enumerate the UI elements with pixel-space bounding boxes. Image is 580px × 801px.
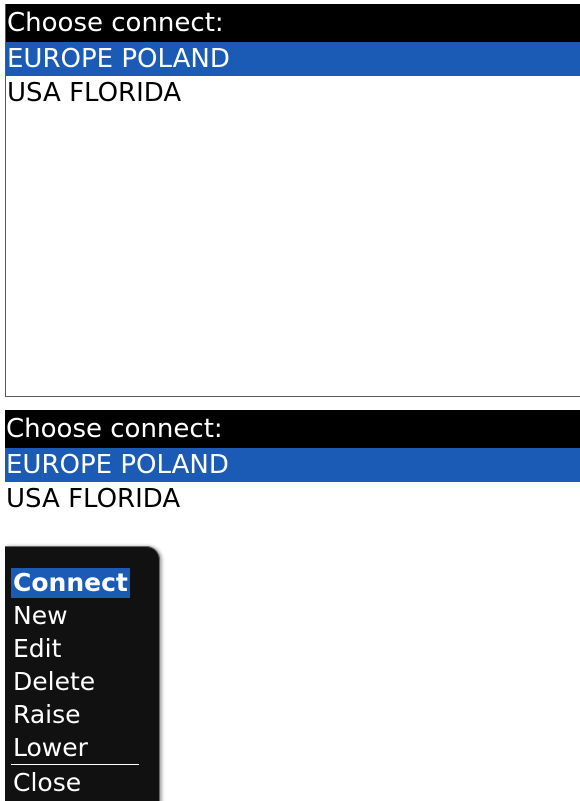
screen-title: Choose connect:: [5, 410, 580, 448]
menu-item-raise[interactable]: Raise: [11, 700, 83, 730]
menu-item-new[interactable]: New: [11, 601, 70, 631]
list-item-europe-poland[interactable]: EUROPE POLAND: [6, 42, 580, 76]
connection-list: EUROPE POLAND USA FLORIDA: [6, 42, 580, 110]
connection-screen-1: Choose connect: EUROPE POLAND USA FLORID…: [5, 4, 580, 397]
connection-screen-2: Choose connect: EUROPE POLAND USA FLORID…: [5, 410, 580, 801]
menu-item-close[interactable]: Close: [11, 768, 83, 798]
context-menu: Connect New Edit Delete Raise Lower Clos…: [5, 546, 160, 801]
menu-separator: [11, 764, 139, 765]
list-item-europe-poland[interactable]: EUROPE POLAND: [5, 448, 580, 482]
connection-list: EUROPE POLAND USA FLORIDA: [5, 448, 580, 516]
menu-item-connect[interactable]: Connect: [11, 568, 130, 598]
menu-item-lower[interactable]: Lower: [11, 733, 90, 763]
screen-title: Choose connect:: [6, 4, 580, 42]
menu-item-delete[interactable]: Delete: [11, 667, 97, 697]
list-item-usa-florida[interactable]: USA FLORIDA: [5, 482, 580, 516]
list-item-usa-florida[interactable]: USA FLORIDA: [6, 76, 580, 110]
menu-item-edit[interactable]: Edit: [11, 634, 63, 664]
